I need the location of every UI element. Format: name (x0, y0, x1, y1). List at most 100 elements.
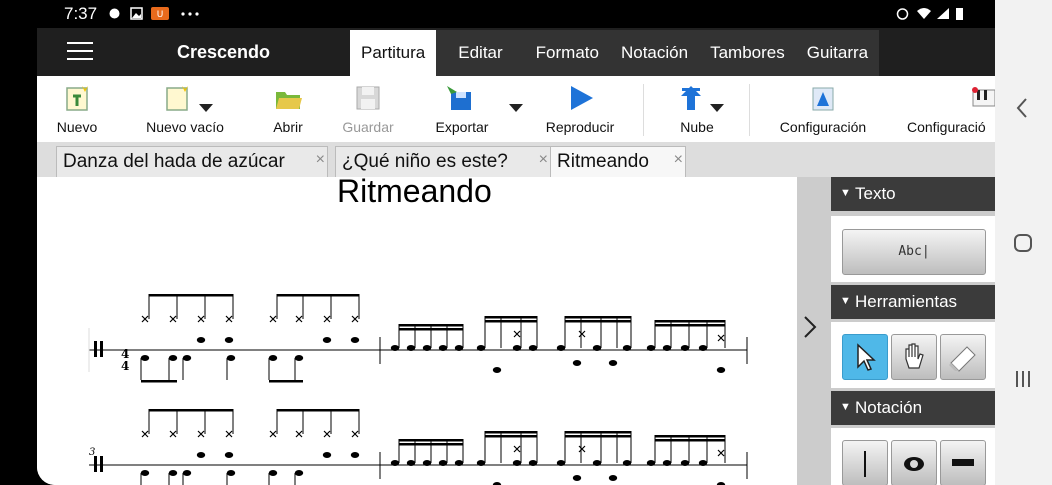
panel-header-herramientas[interactable]: ▼ Herramientas (831, 285, 995, 319)
note-head (294, 355, 304, 361)
hihat-note (197, 315, 205, 323)
settings-button-2[interactable]: Configuració (903, 76, 995, 142)
note-beam (565, 316, 631, 319)
pointer-tool[interactable] (842, 334, 888, 380)
app-bar: Crescendo Partitura Editar Formato Notac… (37, 28, 995, 76)
note-beam (149, 409, 233, 412)
new-blank-button[interactable]: Nuevo vacío (137, 76, 233, 142)
note-head (622, 345, 632, 351)
document-tab-label: Danza del hada de azúcar (63, 151, 285, 172)
note-head (608, 360, 618, 366)
tab-editar[interactable]: Editar (436, 30, 524, 76)
new-blank-label: Nuevo vacío (146, 119, 224, 135)
open-button[interactable]: Abrir (259, 76, 317, 142)
document-tabs: Danza del hada de azúcar × ¿Qué niño es … (37, 142, 995, 178)
score-canvas[interactable]: Ritmeando 4 4 3 (37, 173, 797, 485)
hihat-note (197, 430, 205, 438)
hihat-note (578, 445, 586, 453)
alarm-icon (896, 8, 909, 20)
new-label: Nuevo (56, 119, 98, 135)
close-icon[interactable]: × (674, 151, 683, 169)
save-button[interactable]: Guardar (332, 76, 404, 142)
hihat-note (513, 445, 521, 453)
chevron-right-icon[interactable] (799, 313, 821, 348)
back-icon[interactable] (1015, 96, 1029, 120)
note-head (422, 460, 432, 466)
hihat-note (225, 315, 233, 323)
note-head (608, 475, 618, 481)
new-button[interactable]: Nuevo (45, 76, 109, 142)
tab-formato[interactable]: Formato (525, 30, 610, 76)
app-screen: Crescendo Partitura Editar Formato Notac… (37, 28, 995, 485)
tab-tambores[interactable]: Tambores (699, 30, 796, 76)
new-blank-dropdown-icon[interactable] (199, 104, 213, 112)
text-tool-button[interactable]: Abc| (842, 229, 986, 275)
note-beam (655, 439, 725, 442)
note-beam (565, 431, 631, 434)
pointer-icon (857, 343, 876, 371)
status-time: 7:37 (64, 4, 98, 23)
note-beam (655, 435, 725, 438)
hihat-note (295, 430, 303, 438)
image-icon (130, 7, 143, 20)
app-title: Crescendo (177, 42, 271, 62)
document-tab-danza[interactable]: Danza del hada de azúcar × (56, 146, 328, 178)
note-beam (485, 316, 537, 319)
hihat-note (169, 315, 177, 323)
settings-button[interactable]: Configuración (771, 76, 875, 142)
battery-icon (956, 8, 963, 20)
cloud-dropdown-icon[interactable] (710, 104, 724, 112)
hand-tool[interactable] (891, 334, 937, 380)
tab-guitarra[interactable]: Guitarra (796, 30, 879, 76)
note-head (572, 475, 582, 481)
system-nav-bar (995, 0, 1052, 485)
rest-tool[interactable] (940, 440, 986, 485)
home-icon[interactable] (1013, 233, 1033, 253)
whole-note-tool[interactable] (891, 440, 937, 485)
hihat-note (513, 330, 521, 338)
export-label: Exportar (435, 119, 489, 135)
tab-notacion[interactable]: Notación (610, 30, 699, 76)
note-head (646, 345, 656, 351)
note-beam (655, 320, 725, 323)
panel-header-notacion[interactable]: ▼ Notación (831, 391, 995, 425)
close-icon[interactable]: × (539, 151, 548, 169)
note-head (322, 452, 332, 458)
bar-line-tool[interactable] (842, 440, 888, 485)
close-icon[interactable]: × (316, 151, 325, 169)
export-button[interactable]: Exportar (427, 76, 497, 142)
panel-body-herramientas (831, 322, 995, 388)
notes (140, 294, 726, 485)
menu-icon[interactable] (67, 42, 93, 62)
hihat-note (295, 315, 303, 323)
hihat-note (225, 430, 233, 438)
play-button[interactable]: Reproducir (537, 76, 623, 142)
note-head (512, 460, 522, 466)
hihat-note (351, 430, 359, 438)
bar-line-icon (864, 451, 866, 477)
note-beam (565, 320, 631, 323)
hihat-note (169, 430, 177, 438)
note-head (698, 345, 708, 351)
note-head (592, 345, 602, 351)
note-head (226, 355, 236, 361)
play-icon (571, 86, 593, 110)
open-label: Abrir (273, 119, 303, 135)
tab-partitura[interactable]: Partitura (350, 30, 437, 76)
recents-icon[interactable] (1014, 369, 1032, 389)
note-head (680, 460, 690, 466)
hihat-note (323, 315, 331, 323)
notification-icon (109, 8, 120, 19)
hihat-note (717, 449, 725, 457)
note-head (476, 345, 486, 351)
panel-body-notacion (831, 428, 995, 485)
document-tab-ritmeando[interactable]: Ritmeando × (550, 146, 686, 178)
collapse-triangle-icon: ▼ (840, 295, 851, 307)
note-beam (269, 380, 303, 383)
note-head (716, 367, 726, 373)
panel-header-texto[interactable]: ▼ Texto (831, 177, 995, 211)
note-beam (485, 431, 537, 434)
eraser-tool[interactable] (940, 334, 986, 380)
collapse-triangle-icon: ▼ (840, 187, 851, 199)
export-dropdown-icon[interactable] (509, 104, 523, 112)
